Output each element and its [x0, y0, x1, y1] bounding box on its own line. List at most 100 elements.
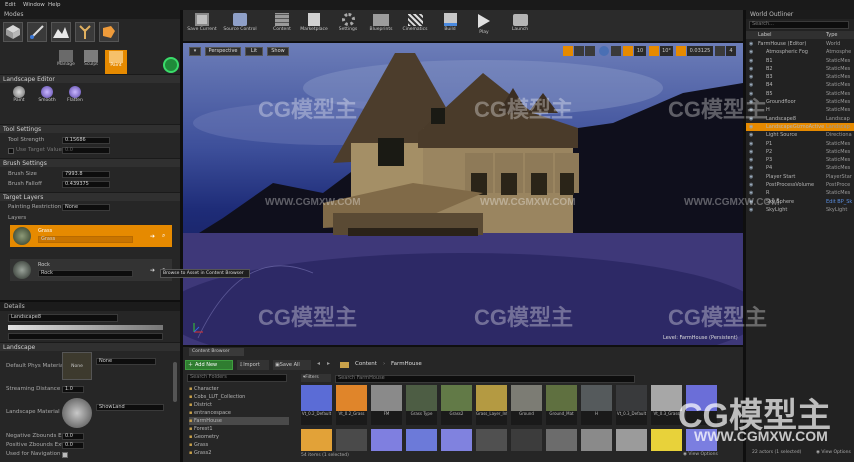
outliner-row[interactable]: ◉ P1 StaticMes — [746, 140, 854, 148]
asset-tile[interactable] — [581, 429, 612, 451]
details-search-bar[interactable] — [8, 333, 163, 340]
brush-falloff-field[interactable]: 0.439375 — [62, 181, 110, 188]
filters-button[interactable]: ▾Filters — [301, 374, 331, 382]
source-control-button[interactable]: Source Control — [223, 11, 257, 41]
asset-tile[interactable] — [511, 429, 542, 451]
asset-tile[interactable]: Ground — [511, 385, 542, 425]
nav-forward-icon[interactable]: ▸ — [327, 360, 335, 370]
layer-grass-info[interactable]: Grass — [38, 236, 133, 243]
folder-item[interactable]: ▪ Grass2 — [189, 449, 289, 457]
outliner-row[interactable]: ◉ Player Start PlayerStar — [746, 173, 854, 181]
grid-snap-value[interactable]: 10 — [634, 46, 646, 56]
close-panel-icon[interactable] — [163, 57, 179, 73]
folder-item[interactable]: ▪ Forest1 — [189, 425, 289, 433]
add-new-button[interactable]: ＋ Add New — [185, 360, 233, 370]
positive-zbounds-field[interactable]: 0.0 — [62, 442, 84, 449]
visibility-eye-icon[interactable]: ◉ — [749, 131, 753, 139]
col-label[interactable]: Label — [758, 31, 772, 39]
asset-tile[interactable] — [441, 429, 472, 451]
menu-edit[interactable]: Edit — [5, 2, 16, 8]
outliner-search[interactable]: Search... — [749, 21, 849, 29]
translate-icon[interactable] — [563, 46, 573, 56]
asset-tile[interactable]: Ground_Mat — [546, 385, 577, 425]
asset-tile[interactable] — [336, 429, 367, 451]
asset-tile[interactable]: Grass2 — [441, 385, 472, 425]
visibility-eye-icon[interactable]: ◉ — [749, 48, 753, 56]
camera-speed-value[interactable]: 4 — [726, 46, 736, 56]
streaming-distance-field[interactable]: 1.0 — [62, 386, 84, 393]
visibility-eye-icon[interactable]: ◉ — [749, 73, 753, 81]
visibility-eye-icon[interactable]: ◉ — [749, 173, 753, 181]
visibility-eye-icon[interactable]: ◉ — [749, 40, 753, 48]
rot-snap-icon[interactable] — [649, 46, 659, 56]
visibility-eye-icon[interactable]: ◉ — [749, 140, 753, 148]
landscape-tool-sculpt[interactable]: Sculpt — [80, 50, 102, 74]
asset-tile[interactable]: Vt_0.2_Grass — [336, 385, 367, 425]
landscape-tool-manage[interactable]: Manage — [55, 50, 77, 74]
browse-arrow-icon[interactable]: ➔ — [150, 233, 155, 240]
outliner-row[interactable]: ◉ Atmospheric Fog Atmosphe — [746, 48, 854, 56]
brush-paint[interactable]: Paint — [10, 86, 28, 116]
lit-button[interactable]: Lit — [245, 47, 263, 56]
cinematics-button[interactable]: Cinematics — [399, 11, 431, 41]
outliner-row[interactable]: ◉ Light Source Directiona — [746, 131, 854, 139]
settings-button[interactable]: Settings — [333, 11, 363, 41]
folder-item[interactable]: ▪ Cobs_LUT_Collection — [189, 393, 289, 401]
browse-arrow-icon[interactable]: ➔ — [150, 267, 155, 274]
content-button[interactable]: Content — [267, 11, 297, 41]
outliner-row[interactable]: ◉ PostProcessVolume PostProce — [746, 181, 854, 189]
asset-tile[interactable]: H — [581, 385, 612, 425]
folder-item[interactable]: ▪ Grass — [189, 441, 289, 449]
rotate-icon[interactable] — [574, 46, 584, 56]
brush-flatten[interactable]: Flatten — [66, 86, 84, 116]
folder-item-selected[interactable]: ▪ FarmHouse — [189, 417, 289, 425]
outliner-row[interactable]: ◉ B3 StaticMes — [746, 73, 854, 81]
surface-snap-icon[interactable] — [611, 46, 621, 56]
view-options-button[interactable]: ◉ View Options — [683, 452, 718, 457]
search-icon[interactable]: ⌕ — [162, 232, 165, 240]
brush-size-field[interactable]: 7993.8 — [62, 171, 110, 178]
asset-tile[interactable] — [546, 429, 577, 451]
landscape-material-select[interactable]: ShowLand — [96, 404, 164, 411]
folder-item[interactable]: ▪ Character — [189, 385, 289, 393]
blueprints-button[interactable]: Blueprints — [365, 11, 397, 41]
breadcrumb-farmhouse[interactable]: FarmHouse — [391, 361, 422, 367]
scale-snap-value[interactable]: 0.03125 — [687, 46, 713, 56]
asset-tile[interactable] — [371, 429, 402, 451]
show-button[interactable]: Show — [267, 47, 289, 56]
asset-tile[interactable]: Vt_0.2_Default — [301, 385, 332, 425]
visibility-eye-icon[interactable]: ◉ — [749, 164, 753, 172]
layer-item-grass[interactable]: Grass Grass ➔ ⌕ — [10, 225, 172, 247]
visibility-eye-icon[interactable]: ◉ — [749, 81, 753, 89]
target-value-field[interactable]: 0.0 — [62, 147, 110, 154]
outliner-row[interactable]: ◉ P3 StaticMes — [746, 156, 854, 164]
geometry-mode-icon[interactable] — [99, 22, 119, 42]
visibility-eye-icon[interactable]: ◉ — [749, 156, 753, 164]
save-all-button[interactable]: ▣Save All — [273, 360, 311, 370]
asset-tile[interactable]: FM — [371, 385, 402, 425]
paint-mode-icon[interactable] — [27, 22, 47, 42]
launch-button[interactable]: Launch — [505, 11, 535, 41]
scale-snap-icon[interactable] — [676, 46, 686, 56]
outliner-row[interactable]: ◉ P2 StaticMes — [746, 148, 854, 156]
folder-item[interactable]: ▪ Geometry — [189, 433, 289, 441]
grid-snap-icon[interactable] — [623, 46, 633, 56]
viewport-options-icon[interactable]: ▾ — [189, 47, 201, 56]
foliage-mode-icon[interactable] — [75, 22, 95, 42]
marketplace-button[interactable]: Marketplace — [297, 11, 331, 41]
folder-item[interactable]: ▪ District — [189, 401, 289, 409]
world-icon[interactable] — [599, 46, 609, 56]
phys-material-select[interactable]: None — [96, 358, 156, 365]
asset-tile[interactable]: Grass Type — [406, 385, 437, 425]
asset-tile[interactable]: Grass_Layer_Info — [476, 385, 507, 425]
landscape-tool-paint[interactable]: Paint — [105, 50, 127, 74]
outliner-row[interactable]: ◉ B4 StaticMes — [746, 81, 854, 89]
play-button[interactable]: Play — [469, 11, 499, 41]
import-button[interactable]: ⇩Import — [237, 360, 269, 370]
visibility-eye-icon[interactable]: ◉ — [749, 148, 753, 156]
asset-tile[interactable] — [301, 429, 332, 451]
tool-strength-field[interactable]: 0.15686 — [62, 137, 110, 144]
camera-speed-icon[interactable] — [715, 46, 725, 56]
layer-rock-info[interactable]: Rock — [38, 270, 133, 277]
brush-smooth[interactable]: Smooth — [38, 86, 56, 116]
